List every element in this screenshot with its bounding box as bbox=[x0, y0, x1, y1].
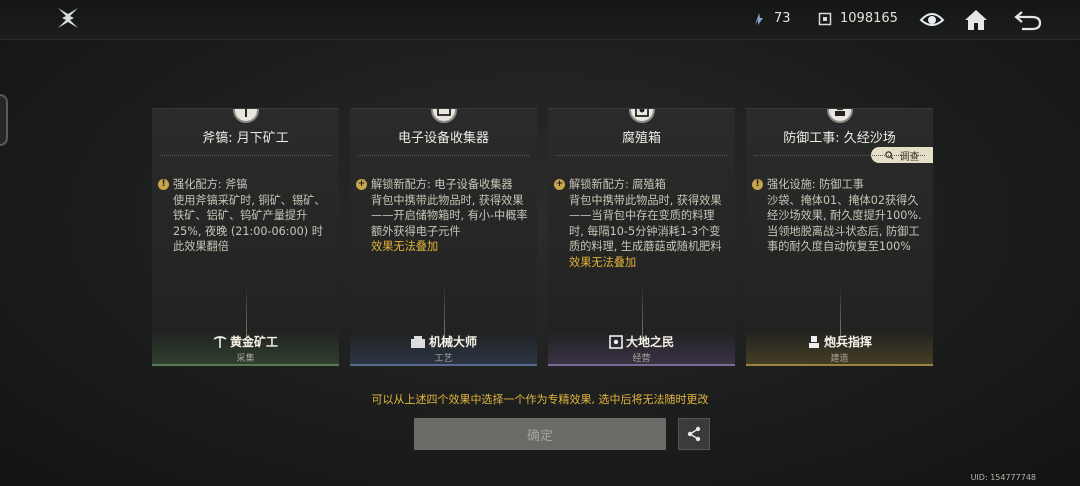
category-label: 采集 bbox=[236, 354, 255, 364]
eye-button[interactable] bbox=[918, 6, 946, 34]
profession-artillery-icon bbox=[808, 335, 819, 348]
effect-head: 解锁新配方: 腐殖箱 bbox=[569, 178, 666, 191]
uid-label: UID: 154777748 bbox=[970, 473, 1036, 482]
currency-energy: 73 bbox=[752, 11, 791, 26]
eye-icon bbox=[919, 13, 945, 26]
effect-description: 使用斧镐采矿时, 铜矿、锡矿、铁矿、铝矿、钨矿产量提升25%, 夜晚 (21:0… bbox=[173, 193, 326, 254]
effect-head: 强化配方: 斧镐 bbox=[173, 178, 248, 191]
card-divider bbox=[358, 155, 529, 156]
confirm-button[interactable]: 确定 bbox=[414, 418, 666, 450]
card-title: 电子设备收集器 bbox=[397, 131, 489, 146]
effect-note: 效果无法叠加 bbox=[569, 255, 637, 269]
category-label: 建造 bbox=[830, 354, 849, 364]
currency-energy-value: 73 bbox=[774, 11, 791, 26]
share-button[interactable] bbox=[678, 418, 710, 450]
profession-label: 大地之民 bbox=[548, 333, 735, 350]
effect-card-3[interactable]: 腐殖箱 + 解锁新配方: 腐殖箱 背包中携带此物品时, 获得效果——当背包中存在… bbox=[548, 108, 735, 366]
profession-pickaxe-icon bbox=[213, 335, 227, 348]
effect-description: 背包中携带此物品时, 获得效果——当背包中存在变质的料理时, 每隔10-5分钟消… bbox=[569, 193, 722, 254]
currency-coins: 1098165 bbox=[818, 11, 898, 26]
profession-label: 机械大师 bbox=[350, 333, 537, 350]
info-bullet-icon: ! bbox=[158, 179, 169, 190]
effect-note: 效果无法叠加 bbox=[371, 240, 439, 254]
card-divider bbox=[754, 155, 925, 156]
back-icon bbox=[1014, 11, 1042, 31]
card-title: 腐殖箱 bbox=[621, 131, 661, 146]
compost-box-icon bbox=[628, 109, 655, 123]
top-bar: 73 1098165 bbox=[0, 0, 1080, 40]
home-icon bbox=[965, 10, 987, 30]
effect-card-4[interactable]: 防御工事: 久经沙场 调查 ! 强化设施: 防御工事 沙袋、掩体01、掩体02获… bbox=[746, 108, 933, 366]
card-title: 防御工事: 久经沙场 bbox=[783, 131, 896, 146]
energy-icon bbox=[752, 12, 766, 26]
effect-card-1[interactable]: 斧镐: 月下矿工 ! 强化配方: 斧镐 使用斧镐采矿时, 铜矿、锡矿、铁矿、铝矿… bbox=[152, 108, 339, 366]
effect-head: 强化设施: 防御工事 bbox=[767, 178, 864, 191]
effect-head: 解锁新配方: 电子设备收集器 bbox=[371, 178, 513, 191]
device-icon bbox=[430, 109, 457, 123]
currency-coins-value: 1098165 bbox=[840, 11, 898, 26]
app-logo-icon[interactable] bbox=[56, 6, 80, 30]
info-bullet-icon: + bbox=[554, 179, 565, 190]
profession-machine-icon bbox=[410, 335, 425, 348]
card-title: 斧镐: 月下矿工 bbox=[202, 131, 289, 146]
profession-label: 炮兵指挥 bbox=[746, 333, 933, 350]
home-button[interactable] bbox=[962, 6, 990, 34]
side-tab-handle[interactable] bbox=[0, 94, 8, 146]
card-divider bbox=[160, 155, 331, 156]
effect-card-2[interactable]: 电子设备收集器 + 解锁新配方: 电子设备收集器 背包中携带此物品时, 获得效果… bbox=[350, 108, 537, 366]
info-bullet-icon: + bbox=[356, 179, 367, 190]
info-bullet-icon: ! bbox=[752, 179, 763, 190]
box-icon bbox=[818, 12, 832, 26]
share-icon bbox=[687, 426, 701, 442]
pickaxe-icon bbox=[232, 109, 259, 123]
artillery-icon bbox=[826, 109, 853, 123]
category-label: 经营 bbox=[632, 354, 651, 364]
profession-earth-icon bbox=[609, 334, 623, 349]
card-divider bbox=[556, 155, 727, 156]
profession-label: 黄金矿工 bbox=[152, 333, 339, 350]
category-label: 工艺 bbox=[434, 354, 453, 364]
effect-description: 背包中携带此物品时, 获得效果——开启储物箱时, 有小-中概率额外获得电子元件 bbox=[371, 193, 528, 238]
back-button[interactable] bbox=[1014, 6, 1042, 34]
effect-description: 沙袋、掩体01、掩体02获得久经沙场效果, 耐久度提升100%. 当领地脱离战斗… bbox=[767, 193, 922, 254]
selection-hint: 可以从上述四个效果中选择一个作为专精效果, 选中后将无法随时更改 bbox=[371, 393, 709, 406]
